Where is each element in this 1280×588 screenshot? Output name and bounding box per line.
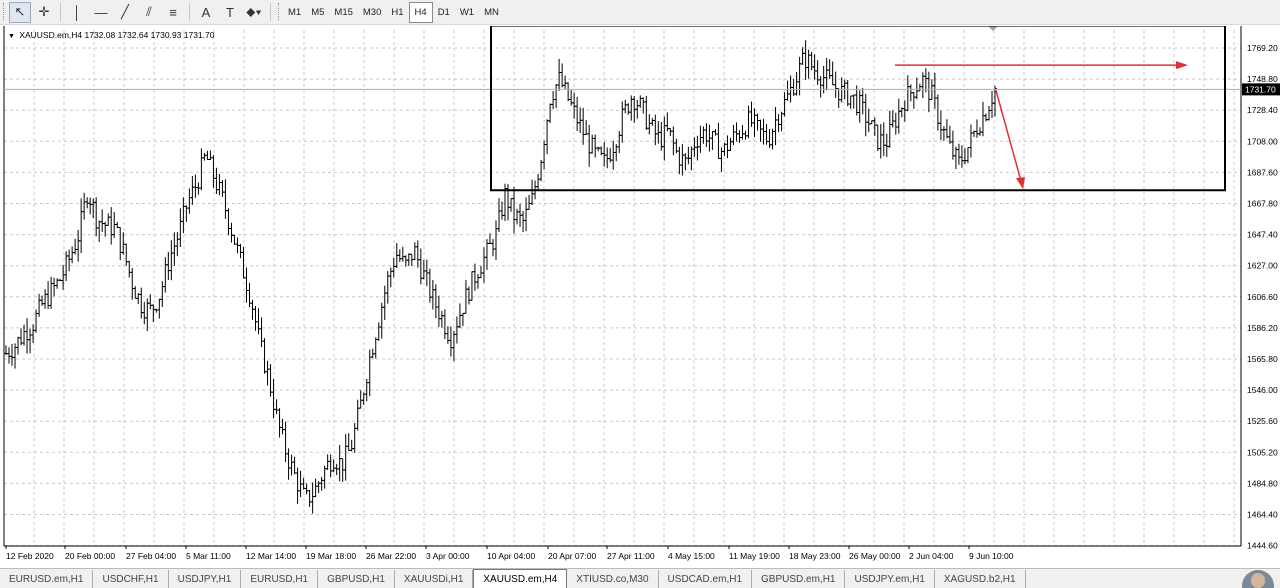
price-axis-label: 1687.60 [1247, 167, 1278, 177]
time-axis-label: 27 Feb 04:00 [126, 551, 176, 561]
arrows-shapes-icon[interactable]: ⬥▾ [243, 2, 265, 23]
current-price-label: 1731.70 [1245, 84, 1276, 94]
chart-tab[interactable]: XTIUSD.co,M30 [567, 570, 659, 588]
price-axis-label: 1586.20 [1247, 323, 1278, 333]
equidistant-channel-icon[interactable]: ⫽ [138, 2, 160, 23]
price-axis-label: 1748.80 [1247, 74, 1278, 84]
time-axis-label: 4 May 15:00 [668, 551, 715, 561]
annotation-rectangle[interactable] [490, 26, 1226, 192]
chart-tab[interactable]: EURUSD.em,H1 [0, 570, 94, 588]
chart-tab[interactable]: XAUUSD.em,H4 [473, 569, 568, 588]
trendline-icon[interactable]: ╱ [114, 2, 136, 23]
timeframe-m15-button[interactable]: M15 [329, 2, 357, 23]
cursor-arrow-icon[interactable]: ↖ [9, 1, 31, 23]
chart-tab[interactable]: USDJPY.em,H1 [845, 570, 935, 588]
chart-title: ▼ XAUUSD.em,H4 1732.08 1732.64 1730.93 1… [8, 30, 214, 40]
price-axis-label: 1546.00 [1247, 385, 1278, 395]
price-axis-label: 1525.60 [1247, 416, 1278, 426]
text-icon[interactable]: A [195, 2, 217, 23]
arrow-right-head-icon [1176, 61, 1188, 70]
timeframe-m1-button[interactable]: M1 [283, 2, 306, 23]
chart-tab[interactable]: USDJPY,H1 [169, 570, 242, 588]
chart-tab[interactable]: USDCAD.em,H1 [659, 570, 753, 588]
price-axis-label: 1708.00 [1247, 136, 1278, 146]
chart-window[interactable]: 1769.20 1748.80 1728.40 1708.00 1687.60 1667.… [0, 26, 1280, 566]
timeframe-mn-button[interactable]: MN [479, 2, 504, 23]
text-label-icon[interactable]: T [219, 2, 241, 23]
price-axis-label: 1606.60 [1247, 292, 1278, 302]
chart-tab[interactable]: XAGUSD.b2,H1 [935, 570, 1026, 588]
chart-shift-marker-icon[interactable] [988, 26, 998, 31]
time-axis-label: 11 May 19:00 [729, 551, 780, 561]
chart-tab[interactable]: EURUSD,H1 [241, 570, 319, 588]
chart-tab[interactable]: USDCHF,H1 [93, 570, 169, 588]
time-axis-label: 27 Apr 11:00 [607, 551, 655, 561]
price-axis-label: 1769.20 [1247, 43, 1278, 53]
time-axis-label: 9 Jun 10:00 [969, 551, 1014, 561]
time-axis-label: 19 Mar 18:00 [306, 551, 356, 561]
chart-tabs-bar: EURUSD.em,H1 USDCHF,H1 USDJPY,H1 EURUSD,H1 G… [0, 568, 1280, 588]
timeframe-d1-button[interactable]: D1 [433, 2, 455, 23]
time-axis-label: 20 Feb 00:00 [65, 551, 115, 561]
price-axis-label: 1627.00 [1247, 261, 1278, 271]
time-axis-label: 18 May 23:00 [789, 551, 841, 561]
time-axis-label: 12 Mar 14:00 [246, 551, 296, 561]
time-axis-label: 26 May 00:00 [849, 551, 901, 561]
time-axis-label: 3 Apr 00:00 [426, 551, 470, 561]
price-axis-label: 1505.20 [1247, 447, 1278, 457]
collapse-triangle-icon[interactable]: ▼ [8, 33, 15, 40]
toolbar-separator [60, 3, 61, 21]
avatar-face [1251, 573, 1265, 588]
timeframe-w1-button[interactable]: W1 [455, 2, 479, 23]
price-axis-label: 1484.80 [1247, 478, 1278, 488]
time-axis-label: 12 Feb 2020 [6, 551, 54, 561]
horizontal-line-icon[interactable]: — [90, 2, 112, 23]
chart-tab[interactable]: GBPUSD,H1 [318, 570, 395, 588]
chart-tab[interactable]: GBPUSD.em,H1 [752, 570, 846, 588]
timeframe-h4-button[interactable]: H4 [408, 1, 433, 23]
toolbar-separator [189, 3, 190, 21]
timeframe-buttons: M1 M5 M15 M30 H1 H4 D1 W1 MN [283, 1, 504, 23]
price-axis-label: 1464.40 [1247, 510, 1278, 520]
price-axis-label: 1647.40 [1247, 230, 1278, 240]
toolbar-grip[interactable] [278, 3, 281, 21]
fibonacci-icon[interactable]: ≡ [162, 2, 184, 23]
drawing-tools: ↖ ✛ │ — ╱ ⫽ ≡ A T ⬥▾ [8, 1, 266, 23]
chart-title-text: XAUUSD.em,H4 1732.08 1732.64 1730.93 173… [19, 30, 215, 40]
price-axis-label: 1728.40 [1247, 105, 1278, 115]
toolbar: ↖ ✛ │ — ╱ ⫽ ≡ A T ⬥▾ M1 M5 M15 M30 H1 H4 D1 W1 MN [0, 0, 1280, 25]
crosshair-icon[interactable]: ✛ [33, 2, 55, 23]
price-chart[interactable]: 1769.20 1748.80 1728.40 1708.00 1687.60 1667.… [0, 26, 1280, 566]
timeframe-m30-button[interactable]: M30 [358, 2, 386, 23]
timeframe-m5-button[interactable]: M5 [306, 2, 329, 23]
time-axis-label: 26 Mar 22:00 [366, 551, 416, 561]
arrow-down-line[interactable] [995, 90, 1022, 182]
timeframe-h1-button[interactable]: H1 [386, 2, 408, 23]
time-axis-label: 20 Apr 07:00 [548, 551, 596, 561]
time-axis-label: 5 Mar 11:00 [186, 551, 231, 561]
price-axis-label: 1565.80 [1247, 354, 1278, 364]
price-axis-label: 1444.60 [1247, 541, 1278, 551]
time-axis-label: 2 Jun 04:00 [909, 551, 954, 561]
vertical-line-icon[interactable]: │ [66, 2, 88, 23]
price-axis-label: 1667.80 [1247, 199, 1278, 209]
chart-tab[interactable]: XAUUSDi,H1 [395, 570, 474, 588]
toolbar-separator [270, 3, 271, 21]
toolbar-grip[interactable] [3, 3, 6, 21]
time-axis-label: 10 Apr 04:00 [487, 551, 535, 561]
